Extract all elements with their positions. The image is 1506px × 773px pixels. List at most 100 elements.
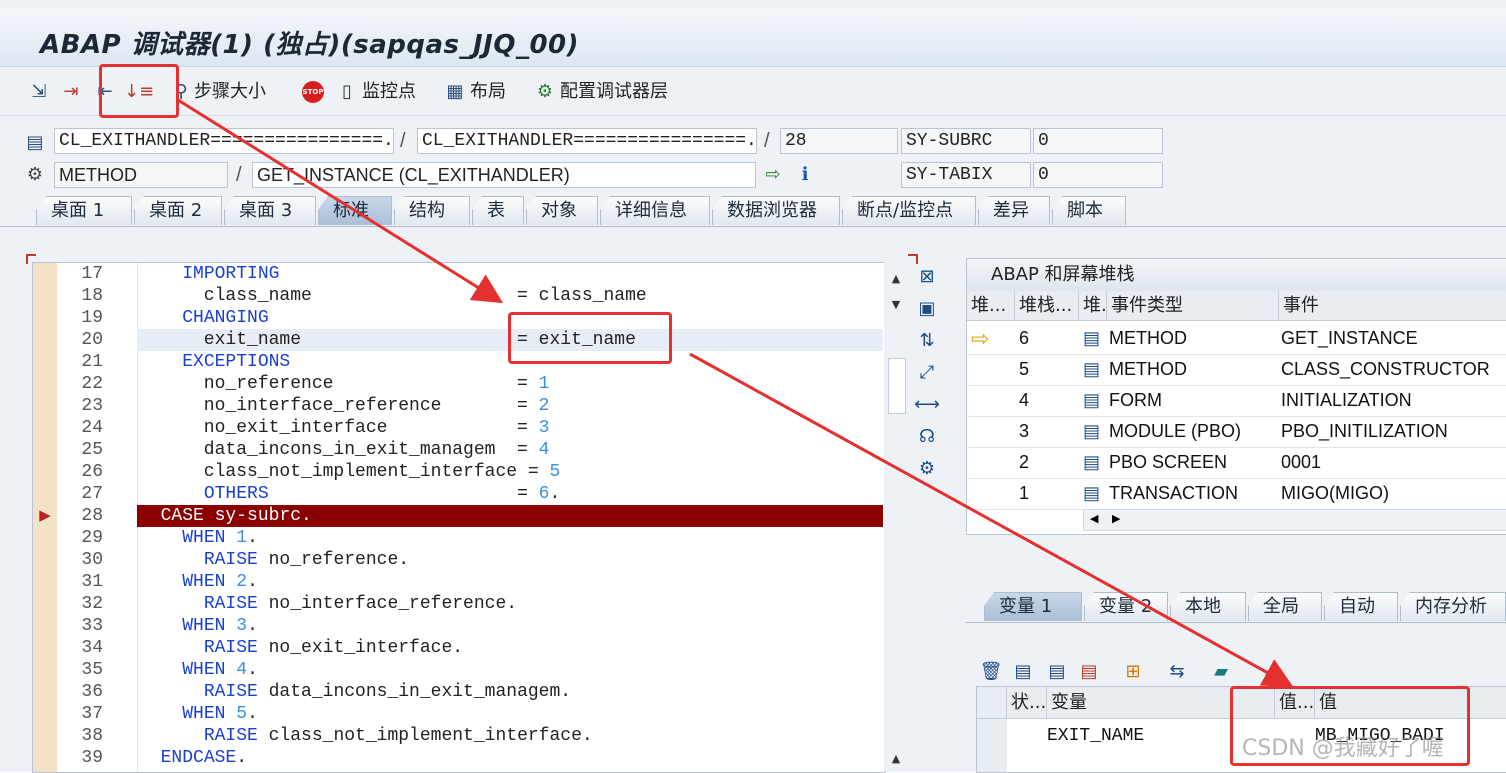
change-value-icon[interactable]: ▤ [1044,659,1070,685]
code-line[interactable]: 20 exit_name = exit_name [33,329,885,351]
code-line[interactable]: 26 class_not_implement_interface = 5 [33,461,885,483]
stack-header-depth[interactable]: 堆栈... [1015,291,1079,321]
code-line[interactable]: 17 IMPORTING [33,263,885,285]
code-line[interactable]: 38 RAISE class_not_implement_interface. [33,725,885,747]
tab-memory-analysis[interactable]: 内存分析 [1400,592,1506,621]
scroll-up-icon[interactable]: ▲ [888,272,904,285]
step-size-button[interactable]: 步骤大小 [194,79,266,105]
scroll-thumb[interactable] [888,358,906,414]
tab-local[interactable]: 本地 [1170,592,1246,621]
new-tool-icon[interactable]: ▣ [914,296,940,322]
tab-script[interactable]: 脚本 [1052,196,1126,225]
code-line[interactable]: 19 CHANGING [33,307,885,329]
detail-view-icon[interactable]: ▤ [1010,659,1036,685]
delete-icon[interactable]: 🗑 [978,659,1004,685]
configure-layers-button[interactable]: 配置调试器层 [560,79,668,105]
tab-variables-2[interactable]: 变量 2 [1084,592,1168,621]
code-line[interactable]: 28 CASE sy-subrc. [33,505,885,527]
code-text: WHEN 2. [182,572,258,592]
expand-width-icon[interactable]: ⟷ [914,392,940,418]
code-line[interactable]: 39 ENDCASE. [33,747,885,769]
code-line[interactable]: 22 no_reference = 1 [33,373,885,395]
tab-details[interactable]: 详细信息 [600,196,710,225]
stack-row[interactable]: 4 ▤ FORM INITIALIZATION [967,385,1506,417]
execute-icon[interactable]: ⇥ [58,79,84,105]
close-icon[interactable]: ⊠ [914,264,940,290]
layout-icon[interactable]: ▦ [442,79,468,105]
code-line[interactable]: 24 no_exit_interface = 3 [33,417,885,439]
info-icon[interactable]: ℹ [792,162,818,188]
source-code-editor[interactable]: 17 IMPORTING 18 class_name = class_name 19… [32,262,886,773]
program-field[interactable]: CL_EXITHANDLER================... [54,128,394,154]
tab-objects[interactable]: 对象 [526,196,598,225]
stack-header-kind[interactable]: 堆... [1079,291,1107,321]
code-line[interactable]: 18 class_name = class_name [33,285,885,307]
code-line[interactable]: 33 WHEN 3. [33,615,885,637]
code-line[interactable]: 32 RAISE no_interface_reference. [33,593,885,615]
tab-global[interactable]: 全局 [1248,592,1322,621]
variable-name-cell[interactable]: EXIT_NAME [1047,721,1144,751]
code-line[interactable]: 36 RAISE data_incons_in_exit_managem. [33,681,885,703]
code-line[interactable]: 27 OTHERS = 6. [33,483,885,505]
layout-button[interactable]: 布局 [470,79,506,105]
tab-standard[interactable]: 标准 [318,196,392,225]
swap-tool-icon[interactable]: ⇅ [914,328,940,354]
code-line[interactable]: 25 data_incons_in_exit_managem = 4 [33,439,885,461]
stack-row[interactable]: 1 ▤ TRANSACTION MIGO(MIGO) [967,478,1506,510]
tab-desktop-3[interactable]: 桌面 3 [224,196,316,225]
stack-hscroll[interactable]: ◀ ▶ [1083,509,1506,531]
tab-diff[interactable]: 差异 [978,196,1050,225]
stop-icon[interactable]: STOP [302,81,324,103]
tab-table[interactable]: 表 [472,196,524,225]
code-line[interactable]: 35 WHEN 4. [33,659,885,681]
stack-row[interactable]: 3 ▤ MODULE (PBO) PBO_INITILIZATION [967,416,1506,448]
scroll-left-icon[interactable]: ◀ [1090,512,1098,525]
maximize-icon[interactable]: ⤢ [914,360,940,386]
configure-icon[interactable]: ⚙ [532,79,558,105]
watchpoint-icon[interactable]: ▯ [334,79,360,105]
code-line[interactable]: 21 EXCEPTIONS [33,351,885,373]
code-line[interactable]: 37 WHEN 5. [33,703,885,725]
tab-breakpoints[interactable]: 断点/监控点 [842,196,976,225]
line-field[interactable]: 28 [780,128,898,154]
stack-event-type: MODULE (PBO) [1109,421,1242,441]
step-into-icon[interactable]: ⇲ [26,79,52,105]
stack-row[interactable]: 2 ▤ PBO SCREEN 0001 [967,447,1506,479]
stack-row[interactable]: 5 ▤ METHOD CLASS_CONSTRUCTOR [967,354,1506,386]
settings-tool-icon[interactable]: ⚙ [914,456,940,482]
grid-row-selector-header[interactable] [977,687,1007,719]
editor-scrollbar[interactable]: ▲ ▼ ▲ [884,262,908,771]
watchpoint-button[interactable]: 监控点 [362,79,416,105]
tab-desktop-2[interactable]: 桌面 2 [134,196,222,225]
tab-structure[interactable]: 结构 [394,196,470,225]
tab-variables-1[interactable]: 变量 1 [984,592,1082,621]
remove-row-icon[interactable]: ▤ [1076,659,1102,685]
tab-desktop-1[interactable]: 桌面 1 [36,196,132,225]
tab-data-browser[interactable]: 数据浏览器 [712,196,840,225]
stack-row[interactable]: ⇨ 6 ▤ METHOD GET_INSTANCE [967,323,1506,355]
event-field[interactable]: GET_INSTANCE (CL_EXITHANDLER) [252,162,756,188]
stack-header-event-type[interactable]: 事件类型 [1107,291,1279,321]
services-icon[interactable]: ☊ [914,424,940,450]
code-line[interactable]: 29 WHEN 1. [33,527,885,549]
code-text: RAISE data_incons_in_exit_managem. [203,682,572,702]
tab-auto[interactable]: 自动 [1324,592,1398,621]
row-selector[interactable] [977,719,1007,772]
code-line[interactable]: 31 WHEN 2. [33,571,885,593]
scroll-down-icon[interactable]: ▲ [888,752,904,765]
transfer-icon[interactable]: ⇆ [1164,659,1190,685]
code-line[interactable]: 30 RAISE no_reference. [33,549,885,571]
scroll-right-icon[interactable]: ▶ [1112,512,1120,525]
include-field[interactable]: CL_EXITHANDLER================... [417,128,757,154]
code-line[interactable]: 23 no_interface_reference = 2 [33,395,885,417]
scroll-page-icon[interactable]: ▼ [888,298,904,311]
code-text: CASE sy-subrc. [137,505,883,527]
grid-header-status[interactable]: 状... [1007,687,1047,719]
stack-header-event[interactable]: 事件 [1279,291,1506,321]
line-number: 24 [81,418,103,438]
save-icon[interactable]: ▰ [1208,659,1234,685]
insert-icon[interactable]: ⊞ [1120,659,1146,685]
navigate-icon[interactable]: ⇨ [760,162,786,188]
stack-header-level[interactable]: 堆... [967,291,1015,321]
code-line[interactable]: 34 RAISE no_exit_interface. [33,637,885,659]
